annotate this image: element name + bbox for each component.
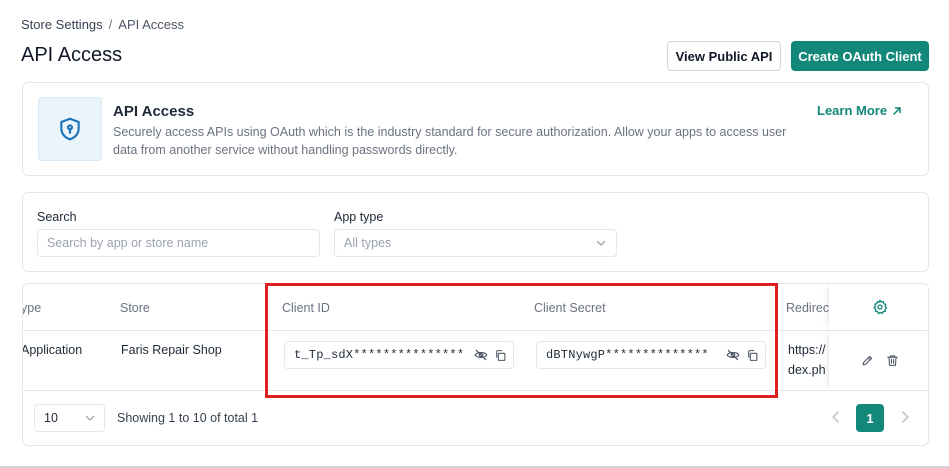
page-size-select[interactable]: 10 — [34, 404, 105, 432]
shield-icon — [60, 117, 80, 141]
search-input[interactable]: Search by app or store name — [37, 229, 320, 257]
trash-icon[interactable] — [886, 354, 899, 367]
column-header-type: ype — [22, 301, 42, 315]
breadcrumb-parent[interactable]: Store Settings — [21, 17, 103, 32]
info-card-title: API Access — [113, 103, 195, 120]
column-header-client-id: Client ID — [282, 301, 330, 315]
eye-off-icon[interactable] — [726, 348, 740, 362]
pagination-page-1[interactable]: 1 — [856, 404, 884, 432]
info-card-description: Securely access APIs using OAuth which i… — [113, 125, 787, 157]
row-redirect-line2: dex.ph — [788, 363, 826, 377]
row-redirect-line1: https:// — [788, 343, 826, 357]
chevron-right-icon[interactable] — [898, 410, 912, 424]
row-type-cell: Application — [22, 343, 83, 357]
column-header-redirect: Redirec — [786, 301, 830, 315]
learn-more-link[interactable]: Learn More — [817, 103, 902, 118]
app-type-value: All types — [344, 236, 392, 250]
breadcrumb: Store Settings / API Access — [21, 17, 184, 32]
row-divider — [23, 390, 928, 391]
chevron-down-icon — [596, 240, 606, 246]
learn-more-label: Learn More — [817, 103, 888, 118]
copy-icon[interactable] — [746, 349, 759, 362]
row-store-cell: Faris Repair Shop — [121, 343, 222, 357]
column-header-store: Store — [120, 301, 150, 315]
app-type-label: App type — [334, 210, 384, 224]
shield-icon-box — [38, 97, 102, 161]
api-access-info-card: API Access Securely access APIs using OA… — [22, 82, 929, 176]
row-actions — [829, 331, 928, 390]
copy-icon[interactable] — [494, 349, 507, 362]
gear-icon — [872, 299, 887, 315]
search-label: Search — [37, 210, 77, 224]
pagination-summary: Showing 1 to 10 of total 1 — [117, 411, 259, 425]
header-divider — [23, 330, 928, 331]
chevron-down-icon — [85, 415, 95, 421]
eye-off-icon[interactable] — [474, 348, 488, 362]
app-type-select[interactable]: All types — [334, 229, 617, 257]
client-id-value: t_Tp_sdX*************** — [294, 348, 465, 362]
client-id-field: t_Tp_sdX*************** — [284, 341, 514, 369]
edit-icon[interactable] — [861, 354, 874, 367]
breadcrumb-separator: / — [108, 17, 113, 32]
view-public-api-button[interactable]: View Public API — [667, 41, 781, 71]
column-settings-button[interactable] — [829, 284, 928, 330]
page-size-value: 10 — [44, 411, 58, 425]
external-arrow-icon — [893, 106, 901, 115]
oauth-clients-table: ype Store Client ID Client Secret Redire… — [22, 283, 929, 446]
page-title: API Access — [21, 44, 123, 66]
search-placeholder: Search by app or store name — [47, 236, 209, 250]
breadcrumb-current: API Access — [118, 17, 185, 32]
chevron-left-icon[interactable] — [829, 410, 843, 424]
client-secret-field: dBTNywgP************** — [536, 341, 766, 369]
filter-card: Search Search by app or store name App t… — [22, 192, 929, 272]
client-secret-value: dBTNywgP************** — [546, 348, 709, 362]
column-header-client-secret: Client Secret — [534, 301, 606, 315]
create-oauth-client-button[interactable]: Create OAuth Client — [791, 41, 929, 71]
